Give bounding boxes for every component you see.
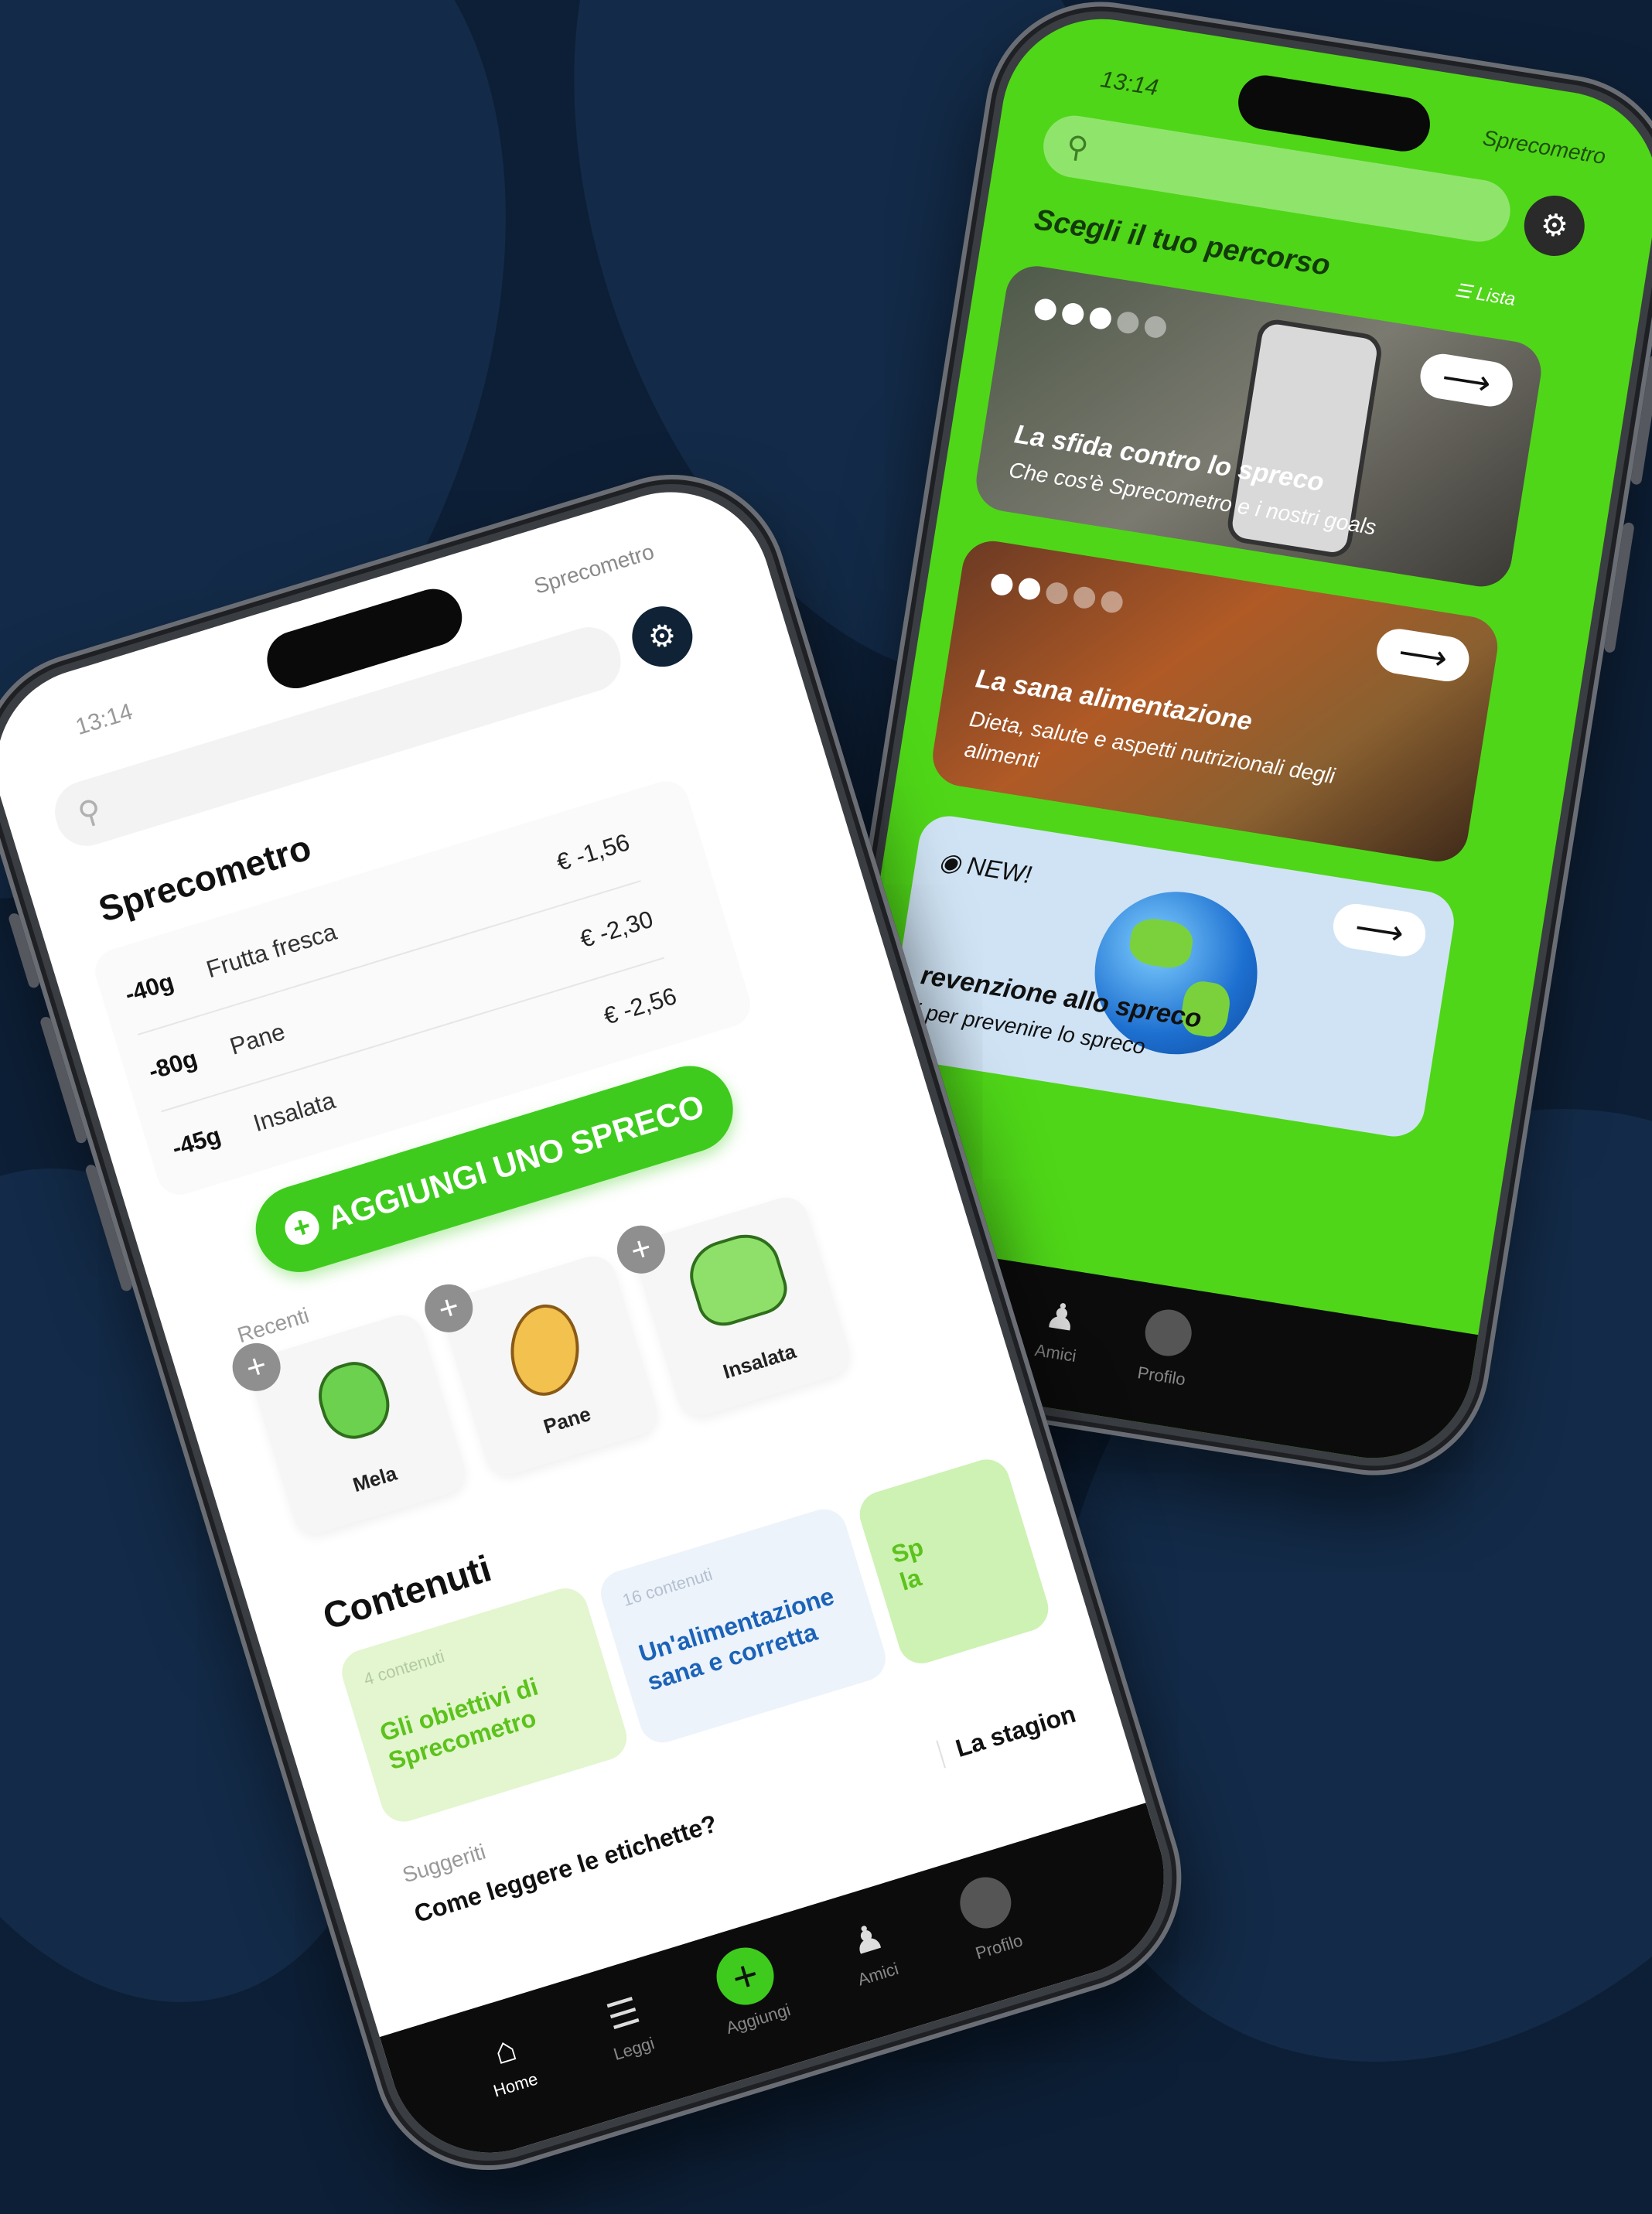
section-title: Scegli il tuo percorso	[1032, 203, 1333, 282]
status-time: 13:14	[72, 698, 136, 741]
entry-grams: -80g	[145, 1044, 201, 1085]
tab-label: Profilo	[1136, 1363, 1187, 1390]
dynamic-island	[1234, 71, 1434, 155]
tab-home[interactable]: ⌂ Home	[447, 2014, 571, 2110]
side-button	[1630, 353, 1652, 486]
arrow-right-button[interactable]: ⟶	[1374, 626, 1473, 685]
friends-icon: ♟	[845, 1915, 889, 1963]
progress-dots	[1032, 297, 1174, 344]
content-card[interactable]: 16 contenuti Un'alimentazione sana e cor…	[595, 1503, 892, 1748]
tab-read[interactable]: ☰ Leggi	[565, 1977, 689, 2074]
side-button	[1603, 521, 1635, 653]
tab-profile[interactable]: Profilo	[927, 1862, 1054, 1972]
content-count	[879, 1479, 989, 1512]
progress-dots	[989, 571, 1131, 619]
arrow-right-button[interactable]: ⟶	[1417, 350, 1516, 410]
tab-friends[interactable]: ♟ Amici	[809, 1903, 933, 2000]
recent-item-label: Mela	[350, 1461, 400, 1497]
eye-icon: ◉	[937, 846, 963, 878]
new-badge: ◉ NEW!	[937, 846, 1034, 889]
entry-price: € -1,56	[553, 828, 633, 876]
view-toggle-list[interactable]: ☰ Lista	[1453, 279, 1517, 311]
list-icon: ☰	[1453, 280, 1473, 304]
entry-grams: -45g	[169, 1121, 224, 1162]
settings-gear-icon[interactable]: ⚙	[1520, 191, 1589, 261]
recent-item-label: Insalata	[720, 1339, 799, 1383]
tab-label: Aggiungi	[723, 2000, 793, 2038]
path-card-new[interactable]: ◉ NEW! ⟶ revenzione allo spreco i per pr…	[885, 811, 1459, 1141]
content-title: Sp la	[888, 1532, 927, 1596]
apple-icon	[310, 1354, 398, 1447]
tab-profile[interactable]: Profilo	[1114, 1302, 1217, 1394]
arrow-right-button[interactable]: ⟶	[1329, 900, 1429, 960]
tab-label: Amici	[855, 1958, 901, 1990]
new-badge-label: NEW!	[965, 851, 1034, 889]
status-time: 13:14	[1098, 67, 1160, 101]
entry-price: € -2,30	[576, 905, 657, 953]
content-card[interactable]: Sp la	[854, 1453, 1054, 1670]
avatar	[954, 1871, 1018, 1935]
friends-icon: ♟	[1042, 1294, 1080, 1339]
tab-add[interactable]: + Aggiungi	[681, 1932, 817, 2045]
home-icon: ⌂	[488, 2027, 521, 2072]
tab-label: Profilo	[973, 1930, 1026, 1963]
plus-icon: +	[280, 1206, 323, 1250]
path-card[interactable]: ⟶ La sfida contro lo spreco Che cos'è Sp…	[971, 261, 1546, 592]
bread-icon	[508, 1302, 582, 1398]
view-toggle-label: Lista	[1474, 283, 1517, 311]
side-button	[7, 912, 41, 990]
settings-gear-icon[interactable]: ⚙	[624, 599, 701, 674]
recent-item[interactable]: Mela	[245, 1309, 471, 1540]
entry-grams: -40g	[121, 967, 177, 1008]
path-card[interactable]: ⟶ La sana alimentazione Dieta, salute e …	[928, 537, 1502, 866]
tab-label: Home	[490, 2069, 541, 2101]
entry-price: € -2,56	[600, 982, 680, 1030]
recent-item[interactable]: Pane	[438, 1250, 663, 1481]
tab-label: Amici	[1033, 1339, 1078, 1366]
tab-bar: ⌂ Home ☰ Leggi + Aggiungi ♟ Amici Profil…	[379, 1803, 1190, 2178]
tab-label: Leggi	[611, 2033, 657, 2065]
recent-item-label: Pane	[541, 1401, 594, 1438]
status-app-name: Sprecometro	[1481, 125, 1608, 169]
status-app-name: Sprecometro	[531, 539, 657, 599]
search-icon: ⚲	[73, 793, 106, 832]
recent-label: Recenti	[234, 1302, 312, 1348]
add-circle-icon: +	[709, 1940, 781, 2012]
recent-item[interactable]: Insalata	[630, 1192, 855, 1422]
read-list-icon: ☰	[602, 1989, 645, 2038]
suggested-item[interactable]: La stagion	[936, 1699, 1080, 1769]
search-icon: ⚲	[1063, 129, 1091, 165]
avatar	[1142, 1306, 1196, 1359]
lettuce-icon	[681, 1226, 794, 1332]
